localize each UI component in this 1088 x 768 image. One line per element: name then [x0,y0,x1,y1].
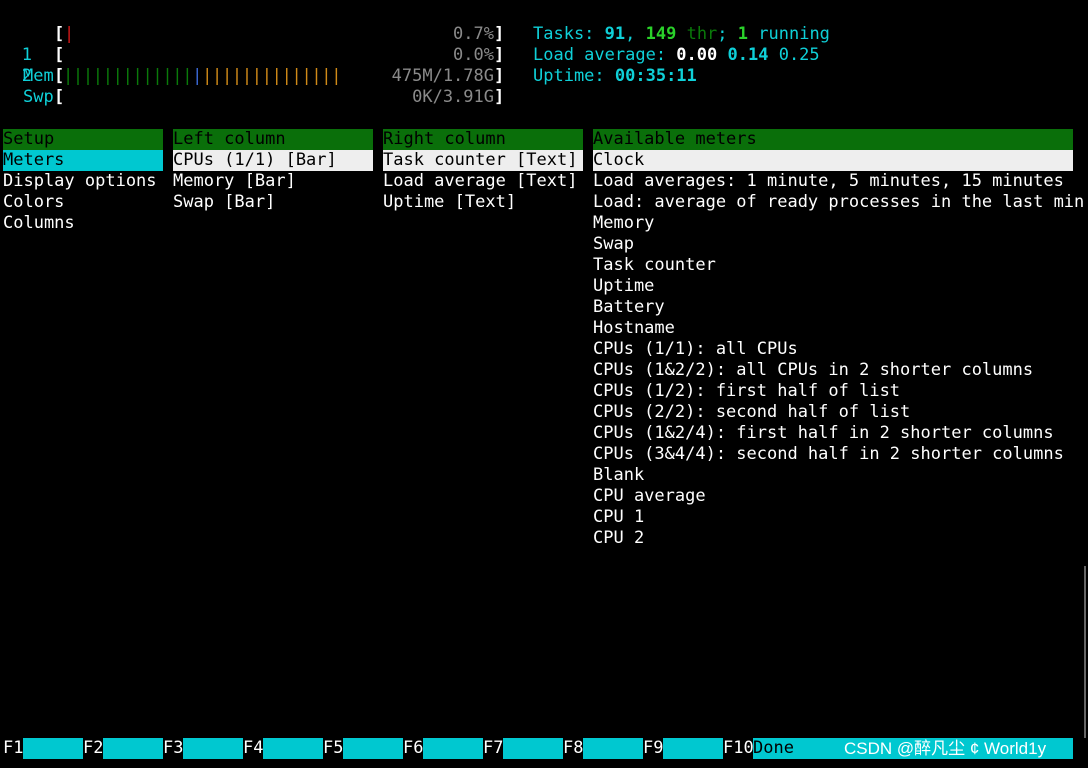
load-average-meter: Load average: 0.00 0.14 0.25 [533,45,820,65]
cpu1-bar-fill: | [64,24,75,44]
right-column-header: Right column [383,129,583,150]
f3-key[interactable]: F3 [163,738,243,759]
watermark: CSDN @醉凡尘 ¢ World1y [844,739,1047,758]
f1-key[interactable]: F1 [3,738,83,759]
available-meter-item[interactable]: CPUs (3&4/4): second half in 2 shorter c… [593,444,1073,465]
mem-bar-fill: |||||||||||||||||||||||||||| [63,66,341,87]
mem-bar-buf-segment: | [192,66,203,86]
left-column-item[interactable]: Memory [Bar] [173,171,373,192]
available-meter-item[interactable]: Memory [593,213,1073,234]
setup-item-columns[interactable]: Columns [3,213,163,234]
f5-key[interactable]: F5 [323,738,403,759]
available-meter-item[interactable]: Swap [593,234,1073,255]
f4-key[interactable]: F4 [243,738,323,759]
swp-bar-open: [ [54,87,65,107]
available-meters-header: Available meters [593,129,1073,150]
swp-label: Swp [23,87,54,107]
right-column-item[interactable]: Uptime [Text] [383,192,583,213]
uptime-meter: Uptime: 00:35:11 [533,66,697,86]
right-column-item[interactable]: Load average [Text] [383,171,583,192]
f7-key[interactable]: F7 [483,738,563,759]
right-column-panel: Right column Task counter [Text] Load av… [383,129,583,213]
setup-item-display-options[interactable]: Display options [3,171,163,192]
mem-label: Mem [23,66,54,86]
f2-key[interactable]: F2 [83,738,163,759]
available-meter-item[interactable]: Load: average of ready processes in the … [593,192,1084,213]
scrollbar-edge [1084,566,1086,738]
f6-key[interactable]: F6 [403,738,483,759]
available-meter-item[interactable]: Uptime [593,276,1073,297]
available-meter-item[interactable]: CPUs (1/2): first half of list [593,381,1073,402]
cpu1-bar-open: [ [54,24,65,44]
mem-value: 475M/1.78G [391,66,494,86]
right-column-item[interactable]: Task counter [Text] [383,150,583,171]
available-meter-item[interactable]: Clock [593,150,1073,171]
cpu2-bar-open: [ [54,45,65,65]
swp-value: 0K/3.91G [412,87,494,107]
available-meters-panel: Available meters Clock Load averages: 1 … [593,129,1084,549]
available-meter-item[interactable]: CPUs (1&2/2): all CPUs in 2 shorter colu… [593,360,1073,381]
tasks-meter: Tasks: 91, 149 thr; 1 running [533,24,830,44]
left-column-item[interactable]: CPUs (1/1) [Bar] [173,150,373,171]
cpu1-percent: 0.7% [453,24,494,44]
f8-key[interactable]: F8 [563,738,643,759]
cpu2-percent: 0.0% [453,45,494,65]
setup-item-meters[interactable]: Meters [3,150,163,171]
cpu2-bar-close: ] [494,45,505,65]
mem-bar-used-segment: ||||||||||||| [63,66,193,86]
available-meter-item[interactable]: CPUs (1/1): all CPUs [593,339,1073,360]
available-meter-item[interactable]: Task counter [593,255,1073,276]
mem-bar-close: ] [494,66,505,86]
available-meter-item[interactable]: Load averages: 1 minute, 5 minutes, 15 m… [593,171,1073,192]
cpu1-bar-close: ] [494,24,505,44]
setup-header: Setup [3,129,163,150]
cpu1-label: 1 [21,45,32,65]
available-meter-item[interactable]: Blank [593,465,1073,486]
available-meter-item[interactable]: CPU average [593,486,1073,507]
available-meter-item[interactable]: CPU 1 [593,507,1073,528]
setup-panel: Setup Meters Display options Colors Colu… [3,129,163,234]
available-meter-item[interactable]: CPU 2 [593,528,1073,549]
mem-bar-cache-segment: |||||||||||||| [202,66,342,86]
swp-bar-close: ] [494,87,505,107]
f10-done-key[interactable]: F10 Done [723,738,1073,759]
left-column-panel: Left column CPUs (1/1) [Bar] Memory [Bar… [173,129,373,213]
cpu2-label: 2 [21,66,32,86]
f9-key[interactable]: F9 [643,738,723,759]
available-meter-item[interactable]: CPUs (1&2/4): first half in 2 shorter co… [593,423,1073,444]
available-meter-item[interactable]: CPUs (2/2): second half of list [593,402,1073,423]
left-column-item[interactable]: Swap [Bar] [173,192,373,213]
available-meter-item[interactable]: Battery [593,297,1073,318]
setup-item-colors[interactable]: Colors [3,192,163,213]
available-meter-item[interactable]: Hostname [593,318,1073,339]
left-column-header: Left column [173,129,373,150]
